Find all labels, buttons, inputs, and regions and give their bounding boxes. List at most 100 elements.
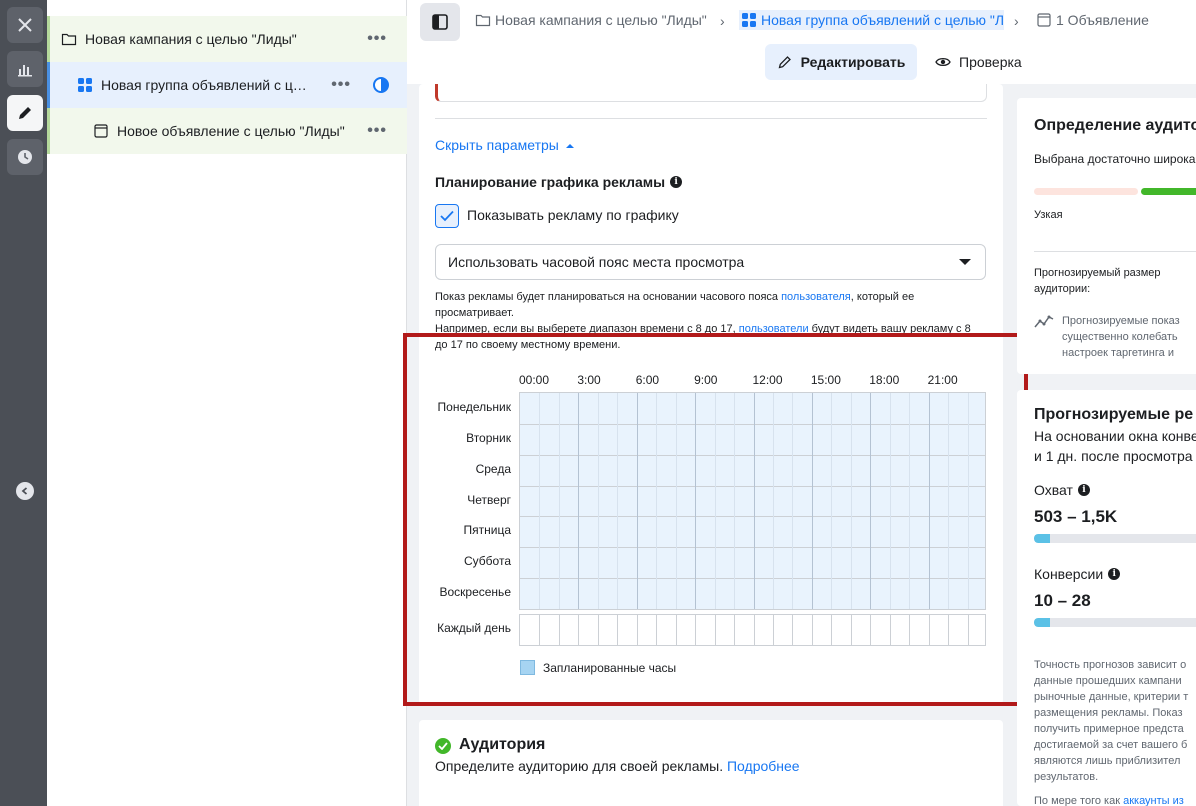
sidebar-panel-icon xyxy=(432,14,448,30)
folder-icon xyxy=(475,14,491,27)
every-day-cell-divider xyxy=(772,615,774,645)
tree-ad-label: Новое объявление с целью "Лиды" xyxy=(117,123,345,139)
audience-description: Определите аудиторию для своей рекламы. … xyxy=(435,758,800,774)
every-day-cell-divider xyxy=(967,615,969,645)
schedule-checkbox-label[interactable]: Показывать рекламу по графику xyxy=(467,207,679,223)
tree-item-adset[interactable]: Новая группа объявлений с целью "Лиды" •… xyxy=(47,62,407,108)
estimated-results-card: Прогнозируемые ре На основании окна конв… xyxy=(1017,390,1196,806)
grid-column-line xyxy=(617,393,619,609)
audience-size-note: настроек таргетинга и xyxy=(1062,347,1174,359)
edit-button-label: Редактировать xyxy=(800,54,906,70)
grid-column-line xyxy=(909,393,911,609)
grid-row-line xyxy=(520,516,985,518)
more-options-button[interactable]: ••• xyxy=(367,122,387,140)
clock-icon xyxy=(18,150,32,164)
audience-size-label: Прогнозируемый размер xyxy=(1034,267,1161,279)
accuracy-note: данные прошедших кампани xyxy=(1034,675,1182,687)
grid-column-line xyxy=(597,393,599,609)
toggle-panel-button[interactable] xyxy=(420,3,460,41)
grid-icon xyxy=(742,13,756,27)
chevron-left-icon xyxy=(21,487,28,495)
grid-column-line xyxy=(734,393,736,609)
grid-column-line xyxy=(831,393,833,609)
every-day-cell-divider xyxy=(539,615,541,645)
tree-item-campaign[interactable]: Новая кампания с целью "Лиды" ••• xyxy=(47,16,407,62)
audience-title: Аудитория xyxy=(459,736,546,753)
breadcrumb-campaign[interactable]: Новая кампания с целью "Лиды" xyxy=(475,12,707,28)
collapse-button[interactable] xyxy=(16,482,34,500)
every-day-cell-divider xyxy=(734,615,736,645)
users-link[interactable]: пользователи xyxy=(739,323,809,335)
audience-size-note: Прогнозируемые показ xyxy=(1062,315,1180,327)
info-icon[interactable]: i xyxy=(670,176,683,188)
hour-label: 00:00 xyxy=(519,373,550,387)
meter-narrow-segment xyxy=(1034,188,1138,195)
grid-column-line xyxy=(695,393,697,609)
schedule-grid[interactable] xyxy=(519,392,986,610)
timezone-select[interactable]: Использовать часовой пояс места просмотр… xyxy=(435,244,986,280)
every-day-cell-divider xyxy=(948,615,950,645)
breadcrumb-campaign-label: Новая кампания с целью "Лиды" xyxy=(495,12,707,28)
tree-item-ad[interactable]: Новое объявление с целью "Лиды" ••• xyxy=(47,108,407,154)
hour-label: 6:00 xyxy=(635,373,660,387)
more-options-button[interactable]: ••• xyxy=(331,76,351,94)
close-icon xyxy=(18,18,32,32)
history-button[interactable] xyxy=(7,139,43,175)
grid-icon xyxy=(78,78,92,92)
schedule-checkbox[interactable] xyxy=(435,204,459,228)
grid-column-line xyxy=(539,393,541,609)
day-label: Воскресенье xyxy=(439,585,511,600)
reports-button[interactable] xyxy=(7,51,43,87)
review-button-label: Проверка xyxy=(959,54,1022,70)
grid-column-line xyxy=(714,393,716,609)
every-day-cell-divider xyxy=(909,615,911,645)
review-button[interactable]: Проверка xyxy=(935,44,1022,80)
close-button[interactable] xyxy=(7,7,43,43)
eye-icon xyxy=(935,57,951,67)
legend-swatch xyxy=(520,660,535,675)
legend-label: Запланированные часы xyxy=(543,661,677,675)
conversions-label: Конверсии i xyxy=(1034,566,1121,582)
every-day-cell-divider xyxy=(695,615,697,645)
help-text-part: Например, если вы выберете диапазон врем… xyxy=(435,323,739,335)
schedule-title: Планирование графика рекламы i xyxy=(435,174,683,190)
grid-row-line xyxy=(520,485,985,487)
learn-more-link[interactable]: Подробнее xyxy=(727,758,800,774)
every-day-cell-divider xyxy=(597,615,599,645)
more-options-button[interactable]: ••• xyxy=(367,30,387,48)
audience-definition-text: Выбрана достаточно широка xyxy=(1034,152,1196,166)
hide-params-link[interactable]: Скрыть параметры xyxy=(435,137,574,153)
estimated-results-subtitle: и 1 дн. после просмотра xyxy=(1034,448,1193,464)
grid-column-line xyxy=(753,393,755,609)
conversions-bar xyxy=(1034,618,1196,627)
grid-column-line xyxy=(850,393,852,609)
audience-definition-title: Определение аудито xyxy=(1034,117,1196,134)
schedule-help-text: Показ рекламы будет планироваться на осн… xyxy=(435,289,975,353)
accounts-link[interactable]: аккаунты из xyxy=(1123,795,1184,806)
day-label: Пятница xyxy=(463,523,512,538)
grid-column-line xyxy=(636,393,638,609)
grid-row-line xyxy=(520,454,985,456)
accuracy-note: получить примерное предста xyxy=(1034,723,1184,735)
ad-page-icon xyxy=(94,124,108,138)
edit-mode-button[interactable] xyxy=(7,95,43,131)
grid-column-line xyxy=(578,393,580,609)
check-circle-icon xyxy=(435,738,451,754)
grid-row-line xyxy=(520,547,985,549)
divider xyxy=(435,118,987,119)
grid-row-line xyxy=(520,423,985,425)
hour-label: 18:00 xyxy=(869,373,900,387)
info-icon[interactable]: i xyxy=(1077,484,1090,496)
edit-button[interactable]: Редактировать xyxy=(765,44,917,80)
user-link[interactable]: пользователя xyxy=(781,291,851,303)
bar-chart-icon xyxy=(18,65,32,77)
conversions-label-text: Конверсии xyxy=(1034,566,1104,582)
every-day-cell-divider xyxy=(928,615,930,645)
every-day-row[interactable] xyxy=(519,614,986,646)
day-label: Суббота xyxy=(464,554,511,569)
info-icon[interactable]: i xyxy=(1108,568,1121,580)
breadcrumb-ad[interactable]: 1 Объявление xyxy=(1036,12,1149,28)
breadcrumb-adset[interactable]: Новая группа объявлений с целью "Л xyxy=(739,10,1005,30)
grid-column-line xyxy=(656,393,658,609)
every-day-cell-divider xyxy=(675,615,677,645)
